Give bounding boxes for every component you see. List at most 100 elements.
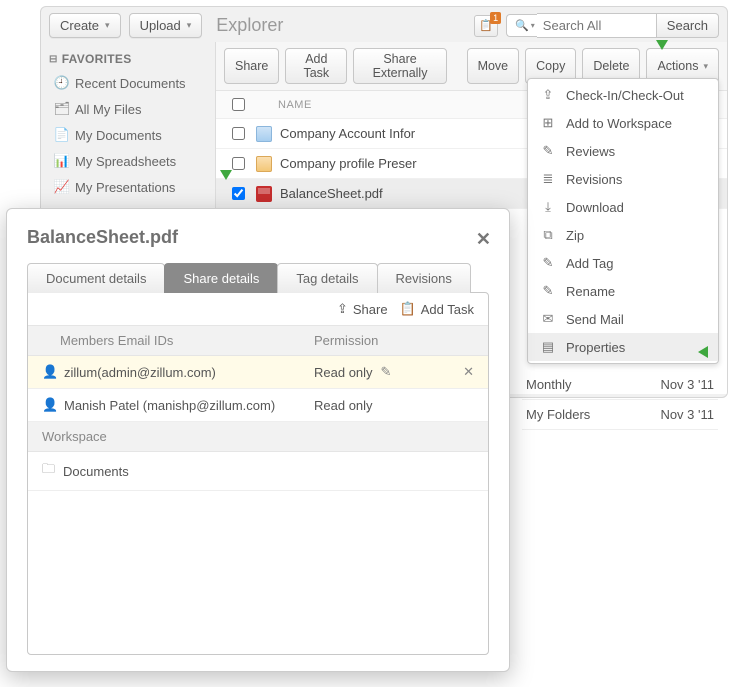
- menu-label: Download: [566, 200, 624, 215]
- pres-icon: 📈: [55, 179, 69, 195]
- menu-item-workspace[interactable]: ⊞ Add to Workspace: [528, 109, 718, 137]
- review-icon: ✎: [540, 143, 556, 159]
- tab-body: ⇪ Share 📋 Add Task Members Email IDs Per…: [27, 292, 489, 655]
- doc-icon: 📄: [55, 127, 69, 143]
- menu-item-revisions[interactable]: ≣ Revisions: [528, 165, 718, 193]
- revisions-icon: ≣: [540, 171, 556, 187]
- add-task-link[interactable]: 📋 Add Task: [400, 301, 474, 317]
- popup-header: BalanceSheet.pdf ✕: [7, 209, 509, 262]
- create-label: Create: [60, 18, 99, 33]
- popup-title-text: BalanceSheet.pdf: [27, 227, 178, 247]
- permission-value: Read only: [314, 365, 373, 380]
- share-row[interactable]: 👤 zillum(admin@zillum.com) Read only ✎ ✕: [28, 356, 488, 389]
- actions-menu: ⇪ Check-In/Check-Out ⊞ Add to Workspace …: [527, 78, 719, 364]
- menu-item-checkin[interactable]: ⇪ Check-In/Check-Out: [528, 81, 718, 109]
- edit-icon[interactable]: ✎: [381, 364, 392, 380]
- tab-bar: Document details Share details Tag detai…: [27, 262, 489, 292]
- workspace-row[interactable]: 🗀 Documents: [28, 452, 488, 491]
- share-button[interactable]: Share: [224, 48, 279, 84]
- word-file-icon: [256, 126, 272, 142]
- upload-button[interactable]: Upload ▾: [129, 13, 203, 38]
- member-email: Manish Patel (manishp@zillum.com): [64, 398, 314, 413]
- create-button[interactable]: Create ▾: [49, 13, 121, 38]
- sidebar-item-label: My Presentations: [75, 180, 175, 195]
- menu-item-zip[interactable]: ⧉ Zip: [528, 221, 718, 249]
- select-all-checkbox[interactable]: [232, 98, 245, 111]
- rename-icon: ✎: [540, 283, 556, 299]
- tab-share-details[interactable]: Share details: [164, 263, 278, 293]
- tab-tag-details[interactable]: Tag details: [277, 263, 377, 293]
- tab-revisions[interactable]: Revisions: [377, 263, 471, 293]
- workspace-header: Workspace: [28, 422, 488, 452]
- download-icon: ⤓: [540, 199, 556, 215]
- search-input[interactable]: [537, 13, 657, 38]
- sidebar-item-all-files[interactable]: 🗂 All My Files: [49, 96, 211, 122]
- folder-name: My Folders: [526, 407, 590, 422]
- list-item[interactable]: Monthly Nov 3 '11: [522, 370, 718, 400]
- file-name: Company profile Preser: [280, 156, 417, 171]
- list-item[interactable]: My Folders Nov 3 '11: [522, 400, 718, 430]
- share-link[interactable]: ⇪ Share: [337, 301, 388, 317]
- collapse-icon: ⊟: [49, 54, 58, 65]
- properties-popup: BalanceSheet.pdf ✕ Document details Shar…: [6, 208, 510, 672]
- search-scope-button[interactable]: 🔍 ▾: [506, 14, 537, 37]
- menu-item-download[interactable]: ⤓ Download: [528, 193, 718, 221]
- search-button[interactable]: Search: [657, 13, 719, 38]
- workspace-name: Documents: [63, 464, 129, 479]
- hint-arrow-icon: [656, 40, 668, 50]
- zip-icon: ⧉: [540, 227, 556, 243]
- add-task-button[interactable]: Add Task: [285, 48, 347, 84]
- person-icon: 👤: [42, 364, 58, 380]
- sheet-icon: 📊: [55, 153, 69, 169]
- sidebar-item-spreadsheets[interactable]: 📊 My Spreadsheets: [49, 148, 211, 174]
- tab-document-details[interactable]: Document details: [27, 263, 165, 293]
- clock-icon: 🕘: [55, 75, 69, 91]
- caret-icon: ▾: [703, 61, 708, 72]
- menu-label: Rename: [566, 284, 615, 299]
- menu-label: Add to Workspace: [566, 116, 672, 131]
- menu-item-add-tag[interactable]: ✎ Add Tag: [528, 249, 718, 277]
- checkin-icon: ⇪: [540, 87, 556, 103]
- add-task-label: Add Task: [421, 302, 474, 317]
- folder-name: Monthly: [526, 377, 572, 392]
- menu-label: Properties: [566, 340, 625, 355]
- row-checkbox[interactable]: [232, 127, 245, 140]
- sidebar-item-documents[interactable]: 📄 My Documents: [49, 122, 211, 148]
- page-title: Explorer: [216, 15, 466, 36]
- actions-label: Actions: [657, 59, 698, 73]
- tag-icon: ✎: [540, 255, 556, 271]
- sidebar-item-label: My Spreadsheets: [75, 154, 176, 169]
- close-icon[interactable]: ✕: [476, 229, 491, 250]
- favorites-label: FAVORITES: [62, 52, 132, 66]
- sidebar-item-label: Recent Documents: [75, 76, 186, 91]
- menu-label: Revisions: [566, 172, 622, 187]
- row-checkbox[interactable]: [232, 187, 245, 200]
- folder-date: Nov 3 '11: [660, 407, 714, 422]
- caret-icon: ▾: [531, 21, 535, 30]
- sidebar-item-label: My Documents: [75, 128, 162, 143]
- clipboard-icon: 📋: [479, 19, 493, 32]
- workspace-icon: ⊞: [540, 115, 556, 131]
- person-icon: 👤: [42, 397, 58, 413]
- notification-icon[interactable]: 📋: [474, 15, 498, 37]
- menu-item-rename[interactable]: ✎ Rename: [528, 277, 718, 305]
- upload-label: Upload: [140, 18, 181, 33]
- favorites-header[interactable]: ⊟ FAVORITES: [49, 48, 211, 70]
- file-name: BalanceSheet.pdf: [280, 186, 383, 201]
- move-button[interactable]: Move: [467, 48, 520, 84]
- col-members: Members Email IDs: [42, 333, 314, 348]
- menu-label: Send Mail: [566, 312, 624, 327]
- menu-item-send-mail[interactable]: ✉ Send Mail: [528, 305, 718, 333]
- share-externally-button[interactable]: Share Externally: [353, 48, 447, 84]
- presentation-file-icon: [256, 156, 272, 172]
- share-action-bar: ⇪ Share 📋 Add Task: [28, 293, 488, 326]
- row-checkbox[interactable]: [232, 157, 245, 170]
- menu-item-properties[interactable]: ▤ Properties: [528, 333, 718, 361]
- sidebar-item-presentations[interactable]: 📈 My Presentations: [49, 174, 211, 200]
- share-icon: ⇪: [337, 301, 348, 317]
- remove-icon[interactable]: ✕: [463, 364, 474, 380]
- folder-icon: 🗀: [42, 460, 55, 482]
- menu-item-reviews[interactable]: ✎ Reviews: [528, 137, 718, 165]
- sidebar-item-recent[interactable]: 🕘 Recent Documents: [49, 70, 211, 96]
- share-row[interactable]: 👤 Manish Patel (manishp@zillum.com) Read…: [28, 389, 488, 422]
